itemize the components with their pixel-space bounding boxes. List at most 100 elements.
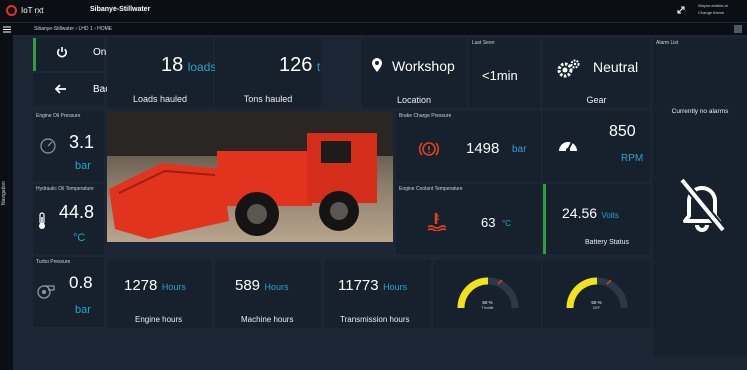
coolant-title: Engine Coolant Temperature bbox=[399, 186, 463, 192]
location-tile: Workshop Location bbox=[362, 38, 466, 108]
turbo-title: Turbo Pressure bbox=[36, 259, 71, 265]
thermometer-icon bbox=[37, 212, 47, 230]
power-icon bbox=[56, 46, 68, 58]
loads-value: 18 bbox=[161, 54, 184, 76]
rpm-value: 850 bbox=[609, 123, 636, 140]
machine-image bbox=[107, 111, 393, 242]
hydraulic-oil-temp-tile: Hydraulic Oil Temperature 44.8 °C bbox=[33, 184, 104, 254]
app-name: IoT rxt bbox=[21, 6, 44, 15]
coolant-unit: °C bbox=[502, 219, 511, 228]
turbo-pressure-tile: Turbo Pressure 0.8 bar bbox=[33, 257, 104, 327]
machine-hours-label: Machine hours bbox=[241, 315, 294, 324]
last-seen-value: <1min bbox=[482, 68, 518, 83]
tons-hauled-tile: 126 t Tons hauled bbox=[215, 38, 321, 108]
back-button[interactable]: Back bbox=[33, 73, 115, 106]
tons-value: 126 bbox=[279, 54, 313, 76]
bell-off-icon bbox=[677, 176, 727, 234]
engine-hours-tile: 1278 Hours Engine hours bbox=[107, 260, 212, 328]
hydraulic-oil-unit: °C bbox=[73, 232, 86, 244]
alarm-list-panel[interactable]: Alarm List Currently no alarms bbox=[653, 38, 747, 356]
battery-unit: Volts bbox=[601, 211, 619, 220]
battery-value: 24.56 bbox=[562, 205, 598, 221]
oil-gauge-icon bbox=[39, 138, 57, 154]
speedometer-icon bbox=[557, 136, 579, 154]
tons-label: Tons hauled bbox=[243, 94, 293, 104]
brake-warning-icon bbox=[418, 140, 440, 158]
breadcrumb: Sibanye-Stillwater › LHD 1 › HOME bbox=[0, 22, 747, 35]
breadcrumb-trail: Sibanye-Stillwater › LHD 1 › HOME bbox=[34, 26, 112, 32]
battery-status-tile: 24.56 Volts Battery Status bbox=[543, 184, 650, 254]
engine-hours-value: 1278 bbox=[124, 277, 158, 294]
def-gauge-tile: 50 % DEF bbox=[543, 260, 650, 328]
user-name[interactable]: Wayne.ambler.ai bbox=[698, 3, 728, 8]
tons-value-row: 126 t bbox=[279, 54, 320, 77]
map-pin-icon bbox=[371, 57, 383, 73]
machine-hours-unit: Hours bbox=[264, 282, 289, 292]
hydraulic-oil-value: 44.8 bbox=[59, 202, 95, 222]
window-button[interactable] bbox=[734, 25, 742, 33]
breadcrumb-item[interactable]: LHD 1 bbox=[78, 26, 92, 32]
gear-value: Neutral bbox=[593, 59, 639, 75]
machine-hours-tile: 589 Hours Machine hours bbox=[215, 260, 321, 328]
location-label: Location bbox=[397, 95, 432, 105]
last-seen-tile: Last Seen <1min bbox=[469, 38, 540, 108]
loads-value-row: 18 loads bbox=[161, 54, 216, 77]
loads-label: Loads hauled bbox=[132, 94, 188, 104]
change-theme-link[interactable]: Change theme bbox=[698, 10, 724, 15]
engine-coolant-temp-tile: Engine Coolant Temperature 63 °C bbox=[396, 184, 541, 254]
breadcrumb-item[interactable]: HOME bbox=[97, 26, 112, 32]
battery-value-row: 24.56 Volts bbox=[562, 205, 619, 223]
expand-icon[interactable] bbox=[677, 6, 685, 14]
hydraulic-oil-title: Hydraulic Oil Temperature bbox=[36, 186, 94, 192]
turbo-value: 0.8 bbox=[69, 273, 93, 292]
def-gauge-label: DEF bbox=[593, 306, 600, 310]
loads-hauled-tile: 18 loads Loads hauled bbox=[107, 38, 216, 108]
transmission-hours-label: Transmission hours bbox=[340, 315, 410, 324]
throttle-gauge-tile: 50 % Throttle bbox=[434, 260, 541, 328]
brake-title: Brake Charge Pressure bbox=[399, 113, 452, 119]
brake-charge-pressure-tile: Brake Charge Pressure 1498 bar bbox=[396, 111, 541, 181]
battery-label: Battery Status bbox=[585, 239, 629, 246]
gears-icon bbox=[557, 59, 581, 79]
last-seen-title: Last Seen bbox=[472, 40, 495, 46]
online-status-button[interactable]: Online bbox=[33, 38, 122, 71]
no-alarms-message: Currently no alarms bbox=[671, 108, 729, 115]
engine-hours-row: 1278 Hours bbox=[124, 277, 186, 295]
transmission-hours-unit: Hours bbox=[383, 282, 408, 292]
location-value: Workshop bbox=[392, 58, 455, 74]
engine-oil-value: 3.1 bbox=[69, 132, 95, 152]
transmission-hours-value: 11773 bbox=[338, 277, 379, 294]
turbo-unit: bar bbox=[75, 304, 91, 316]
throttle-gauge-value: 50 % bbox=[482, 300, 493, 305]
rpm-tile: 850 RPM bbox=[543, 111, 650, 181]
alarm-list-title: Alarm List bbox=[656, 40, 679, 46]
engine-oil-unit: bar bbox=[75, 160, 91, 172]
machine-hours-row: 589 Hours bbox=[235, 277, 289, 295]
coolant-value: 63 bbox=[481, 215, 496, 230]
engine-oil-title: Engine Oil Pressure bbox=[36, 113, 81, 119]
engine-hours-label: Engine hours bbox=[135, 315, 183, 324]
machine-hours-value: 589 bbox=[235, 277, 261, 294]
transmission-hours-row: 11773 Hours bbox=[338, 277, 407, 295]
app-logo bbox=[6, 5, 17, 16]
sidebar-label: Navigation bbox=[1, 181, 7, 205]
top-bar: IoT rxt Sibanye-Stillwater Wayne.ambler.… bbox=[0, 0, 747, 22]
menu-icon[interactable] bbox=[3, 26, 11, 33]
gear-tile: Neutral Gear bbox=[543, 38, 650, 108]
arrow-left-icon bbox=[55, 84, 67, 94]
engine-oil-pressure-tile: Engine Oil Pressure 3.1 bar bbox=[33, 111, 104, 181]
engine-hours-unit: Hours bbox=[161, 282, 186, 292]
def-gauge-value: 50 % bbox=[591, 300, 602, 305]
brake-unit: bar bbox=[512, 144, 527, 155]
turbo-icon bbox=[37, 283, 55, 299]
breadcrumb-item[interactable]: Sibanye-Stillwater bbox=[34, 26, 74, 32]
site-name: Sibanye-Stillwater bbox=[90, 6, 151, 13]
transmission-hours-tile: 11773 Hours Transmission hours bbox=[324, 260, 431, 328]
tons-unit: t bbox=[316, 60, 321, 74]
coolant-temp-icon bbox=[426, 211, 446, 231]
throttle-gauge-label: Throttle bbox=[481, 306, 494, 310]
rpm-unit: RPM bbox=[621, 153, 644, 164]
sidebar[interactable]: Navigation bbox=[0, 35, 13, 370]
gear-label: Gear bbox=[586, 95, 607, 105]
loads-unit: loads bbox=[187, 60, 217, 74]
